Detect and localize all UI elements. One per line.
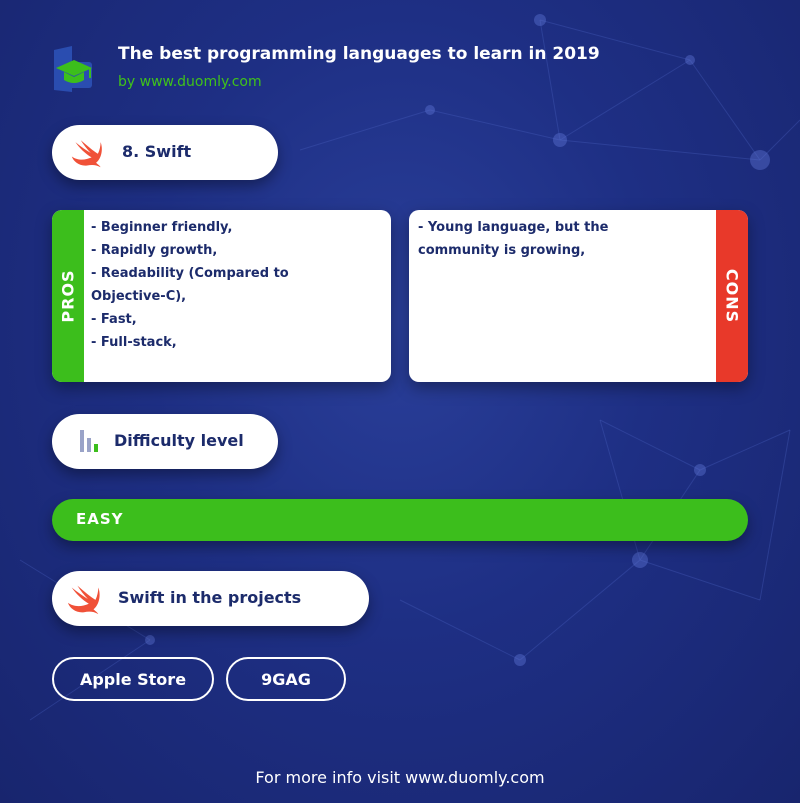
graduation-cap-logo-icon [54, 46, 92, 92]
cons-list: - Young language, but the community is g… [418, 216, 608, 262]
page-subtitle: by www.duomly.com [118, 74, 262, 90]
project-tag-apple-store: Apple Store [52, 657, 214, 701]
language-heading: 8. Swift [122, 142, 192, 161]
projects-heading-pill: Swift in the projects [52, 571, 369, 626]
cons-card: CONS - Young language, but the community… [409, 210, 748, 382]
pros-card: PROS - Beginner friendly, - Rapidly grow… [52, 210, 391, 382]
list-item: - Fast, [91, 312, 137, 327]
pros-band: PROS [52, 210, 84, 382]
difficulty-level: EASY [76, 510, 124, 528]
project-tag-label: Apple Store [79, 669, 187, 689]
list-item: - Readability (Compared to [91, 266, 289, 281]
list-item: - Beginner friendly, [91, 220, 233, 235]
list-item: - Full-stack, [91, 335, 177, 350]
page-title: The best programming languages to learn … [118, 44, 600, 64]
footer-text: For more info visit www.duomly.com [255, 768, 545, 787]
cons-band: CONS [716, 210, 748, 382]
list-item: - Young language, but the [418, 220, 609, 235]
pros-list: - Beginner friendly, - Rapidly growth, -… [91, 216, 289, 354]
pros-label: PROS [58, 269, 78, 323]
difficulty-heading-pill: Difficulty level [52, 414, 278, 469]
list-item: community is growing, [418, 243, 586, 258]
bar-chart-icon [80, 430, 98, 452]
cons-label: CONS [722, 268, 742, 324]
list-item: - Rapidly growth, [91, 243, 218, 258]
projects-heading: Swift in the projects [118, 588, 302, 607]
swift-logo-icon [67, 585, 100, 615]
language-heading-pill: 8. Swift [52, 125, 278, 180]
project-tag-label: 9GAG [261, 669, 311, 689]
difficulty-level-bar: EASY [52, 499, 748, 541]
list-item: Objective-C), [91, 289, 187, 304]
swift-logo-icon [71, 140, 102, 168]
difficulty-heading: Difficulty level [114, 431, 244, 450]
project-tag-9gag: 9GAG [226, 657, 346, 701]
